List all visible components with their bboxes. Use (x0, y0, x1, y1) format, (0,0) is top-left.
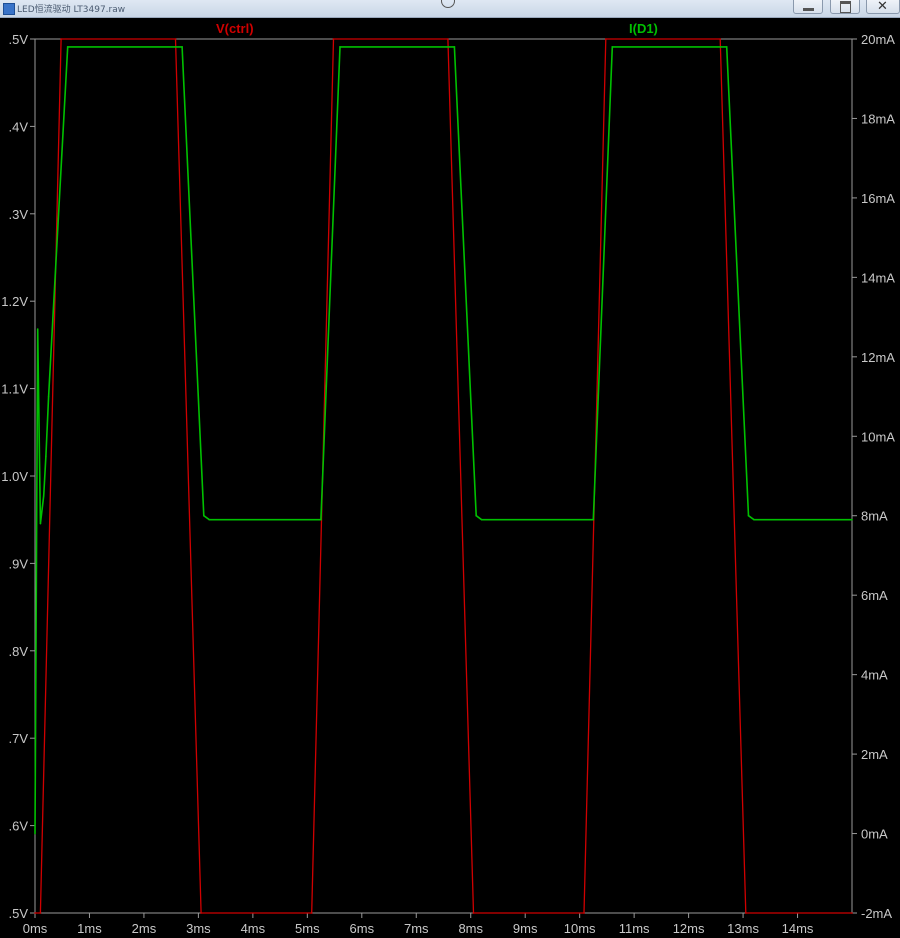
x-tick-label: 9ms (513, 921, 538, 936)
series-point-id1 (453, 46, 456, 48)
series-point-id1 (851, 518, 853, 521)
y-left-tick-label: 1.2V (1, 294, 28, 309)
y-right-tick-label: -2mA (861, 906, 892, 921)
series-line-vctrl (35, 38, 852, 914)
series-point-id1 (339, 46, 341, 48)
y-right-tick-label: 16mA (861, 191, 895, 206)
x-tick-label: 14ms (782, 921, 814, 936)
series-point-id1 (66, 46, 69, 48)
y-right-tick-label: 4mA (861, 668, 888, 683)
y-right-tick-label: 6mA (861, 588, 888, 603)
x-tick-label: 8ms (458, 921, 483, 936)
series-point-id1 (47, 395, 50, 398)
y-right-tick-label: 12mA (861, 350, 895, 365)
x-tick-label: 10ms (564, 921, 596, 936)
y-left-tick-label: .5V (8, 32, 28, 47)
x-tick-label: 11ms (619, 921, 650, 936)
x-tick-label: 1ms (77, 921, 102, 936)
series-point-vctrl (39, 912, 42, 914)
series-point-vctrl (719, 38, 721, 40)
series-point-vctrl (174, 38, 177, 40)
x-tick-label: 12ms (673, 921, 705, 936)
series-point-id1 (39, 522, 42, 525)
y-right-tick-label: 8mA (861, 509, 888, 524)
waveform-plot[interactable]: 0ms 1ms 2ms 3ms 4ms 5ms 6ms 7ms 8ms 9ms 10ms 11ms 12… (0, 0, 900, 938)
series-point-id1 (45, 455, 47, 457)
series-point-id1 (725, 46, 728, 48)
y-left-tick-label: .6V (8, 819, 28, 834)
series-point-id1 (611, 46, 614, 48)
y-left-tick-label: .3V (8, 207, 28, 222)
series-point-vctrl (60, 38, 62, 40)
series-point-vctrl (472, 912, 475, 914)
x-tick-label: 13ms (727, 921, 759, 936)
plot-frame (34, 38, 853, 914)
series-point-vctrl (583, 912, 585, 914)
series-point-id1 (480, 518, 483, 521)
series-point-vctrl (34, 912, 36, 914)
y-right-tick-label: 10mA (861, 429, 895, 444)
series-point-vctrl (744, 912, 747, 914)
series-point-id1 (320, 518, 322, 521)
x-tick-label: 3ms (186, 921, 211, 936)
series-point-id1 (208, 518, 211, 521)
y-left-tick-label: .5V (8, 906, 28, 921)
series-point-vctrl (605, 38, 607, 40)
y-right-tick-label: 14mA (861, 270, 895, 285)
series-point-id1 (475, 514, 477, 517)
y-left-tick-label: 1.1V (1, 382, 28, 397)
series-point-id1 (36, 328, 39, 330)
series-point-id1 (592, 518, 595, 521)
series-point-vctrl (447, 38, 449, 40)
y-left-tick-label: .7V (8, 731, 28, 746)
series-point-id1 (181, 46, 183, 48)
series-point-vctrl (310, 912, 313, 914)
x-tick-label: 2ms (132, 921, 157, 936)
series-line-id1 (34, 46, 852, 834)
x-tick-label: 6ms (350, 921, 375, 936)
y-left-tick-label: .4V (8, 119, 28, 134)
y-right-tick-label: 20mA (861, 32, 895, 47)
series-point-vctrl (200, 912, 202, 914)
y-left-tick-label: 1.0V (1, 469, 28, 484)
y-left-tick-label: .8V (8, 644, 28, 659)
series-point-id1 (42, 495, 45, 497)
y-right-tick-label: 18mA (861, 111, 895, 126)
x-tick-label: 4ms (241, 921, 266, 936)
series-point-id1 (34, 832, 36, 835)
series-point-vctrl (332, 38, 335, 40)
series-point-id1 (203, 514, 205, 517)
x-tick-label: 7ms (404, 921, 429, 936)
y-left-tick-label: .9V (8, 556, 28, 571)
x-tick-label: 0ms (23, 921, 48, 936)
y-right-tick-label: 0mA (861, 827, 888, 842)
y-right-tick-label: 2mA (861, 747, 888, 762)
x-tick-label: 5ms (295, 921, 320, 936)
series-point-id1 (753, 518, 755, 521)
series-point-vctrl (851, 912, 853, 914)
series-point-id1 (747, 514, 750, 517)
